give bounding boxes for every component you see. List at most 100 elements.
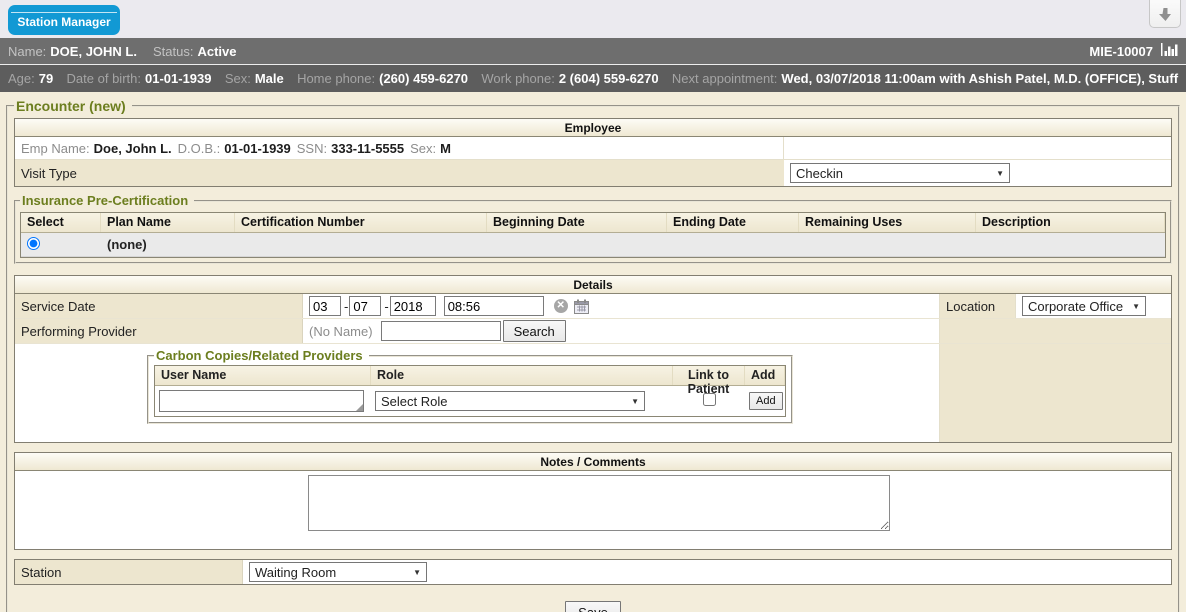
emp-dob-label: D.O.B.:: [178, 141, 221, 156]
visit-type-row: Visit Type Checkin ▼: [15, 160, 1171, 186]
location-label: Location: [940, 294, 1016, 318]
clear-date-icon[interactable]: ✕: [554, 299, 568, 313]
save-button[interactable]: Save: [565, 601, 621, 612]
carbon-copies-fieldset: Carbon Copies/Related Providers User Nam…: [147, 348, 793, 424]
service-date-year-input[interactable]: [390, 296, 436, 316]
provider-search-input[interactable]: [381, 321, 501, 341]
notes-table: Notes / Comments: [14, 452, 1172, 550]
emp-sex-value: M: [440, 141, 451, 156]
service-date-day-input[interactable]: [349, 296, 381, 316]
insurance-row-none: (none): [21, 233, 1165, 257]
encounter-legend: Encounter (new): [14, 98, 132, 114]
insurance-precert-fieldset: Insurance Pre-Certification Select Plan …: [14, 193, 1172, 264]
patient-name: DOE, JOHN L.: [50, 44, 137, 59]
carbon-copies-row: Carbon Copies/Related Providers User Nam…: [15, 344, 1171, 442]
station-table: Station Waiting Room ▼: [14, 559, 1172, 585]
home-phone-value: (260) 459-6270: [379, 71, 468, 86]
dob-value: 01-01-1939: [145, 71, 212, 86]
employee-table: Employee Emp Name: Doe, John L. D.O.B.: …: [14, 118, 1172, 187]
emp-ssn-value: 333-11-5555: [331, 141, 404, 156]
service-date-label: Service Date: [15, 294, 303, 318]
details-table-title: Details: [15, 276, 1171, 294]
status-label: Status:: [153, 44, 193, 59]
visit-type-select[interactable]: Checkin ▼: [790, 163, 1010, 183]
location-selected: Corporate Office: [1028, 299, 1123, 314]
location-select[interactable]: Corporate Office ▼: [1022, 296, 1146, 316]
col-plan-name: Plan Name: [101, 213, 235, 232]
insurance-none-radio[interactable]: [27, 237, 40, 250]
station-label: Station: [15, 560, 243, 584]
next-appointment-value: Wed, 03/07/2018 11:00am with Ashish Pate…: [781, 71, 1178, 86]
no-name-text: (No Name): [309, 324, 373, 339]
next-appointment-label: Next appointment:: [672, 71, 778, 86]
col-add: Add: [745, 366, 785, 385]
employee-table-title: Employee: [15, 119, 1171, 137]
age-value: 79: [39, 71, 53, 86]
demographics-bar: Age: 79 Date of birth: 01-01-1939 Sex: M…: [0, 65, 1186, 92]
date-separator: -: [344, 299, 348, 314]
col-cert-number: Certification Number: [235, 213, 487, 232]
patient-status: Active: [197, 44, 236, 59]
download-button[interactable]: [1149, 0, 1181, 28]
insurance-plan-none: (none): [101, 237, 235, 252]
performing-provider-label: Performing Provider: [15, 319, 303, 343]
service-time-input[interactable]: [444, 296, 544, 316]
station-manager-tab[interactable]: Station Manager: [8, 5, 120, 35]
work-phone-label: Work phone:: [481, 71, 554, 86]
station-select[interactable]: Waiting Room ▼: [249, 562, 427, 582]
service-date-row: Service Date - - ✕: [15, 294, 1171, 319]
chevron-down-icon: ▼: [631, 397, 639, 406]
col-role: Role: [371, 366, 673, 385]
name-label: Name:: [8, 44, 46, 59]
notes-textarea[interactable]: [308, 475, 890, 531]
role-selected: Select Role: [381, 394, 447, 409]
col-ending-date: Ending Date: [667, 213, 799, 232]
notes-title: Notes / Comments: [15, 453, 1171, 471]
sex-value: Male: [255, 71, 284, 86]
age-label: Age:: [8, 71, 35, 86]
emp-dob-value: 01-01-1939: [224, 141, 291, 156]
visit-type-selected: Checkin: [796, 166, 843, 181]
work-phone-value: 2 (604) 559-6270: [559, 71, 659, 86]
download-arrow-icon: [1158, 8, 1172, 22]
service-date-month-input[interactable]: [309, 296, 341, 316]
carbon-copies-legend: Carbon Copies/Related Providers: [154, 348, 369, 363]
user-name-input[interactable]: [159, 390, 364, 412]
encounter-fieldset: Encounter (new) Employee Emp Name: Doe, …: [6, 98, 1180, 612]
chevron-down-icon: ▼: [1132, 302, 1140, 311]
date-separator: -: [384, 299, 388, 314]
role-select[interactable]: Select Role ▼: [375, 391, 645, 411]
chevron-down-icon: ▼: [996, 169, 1004, 178]
details-table: Details Service Date - - ✕: [14, 275, 1172, 443]
insurance-precert-legend: Insurance Pre-Certification: [20, 193, 194, 208]
emp-name-value: Doe, John L.: [94, 141, 172, 156]
employee-info-row: Emp Name: Doe, John L. D.O.B.: 01-01-193…: [15, 137, 1171, 160]
col-beginning-date: Beginning Date: [487, 213, 667, 232]
provider-search-button[interactable]: Search: [503, 320, 566, 342]
calendar-icon[interactable]: [574, 299, 589, 314]
patient-id: MIE-10007: [1089, 44, 1153, 59]
emp-sex-label: Sex:: [410, 141, 436, 156]
insurance-table-header: Select Plan Name Certification Number Be…: [21, 213, 1165, 233]
visit-type-label: Visit Type: [15, 160, 784, 186]
performing-provider-row: Performing Provider (No Name) Search: [15, 319, 1171, 344]
col-remaining-uses: Remaining Uses: [799, 213, 976, 232]
insurance-table: Select Plan Name Certification Number Be…: [20, 212, 1166, 258]
col-link-to-patient: Link to Patient: [673, 366, 745, 385]
col-description: Description: [976, 213, 1165, 232]
add-provider-button[interactable]: Add: [749, 392, 783, 410]
emp-name-label: Emp Name:: [21, 141, 90, 156]
chevron-down-icon: ▼: [413, 568, 421, 577]
patient-header-bar: Name: DOE, JOHN L. Status: Active MIE-10…: [0, 38, 1186, 65]
col-user-name: User Name: [155, 366, 371, 385]
sex-label: Sex:: [225, 71, 251, 86]
carbon-copies-table: User Name Role Link to Patient Add: [154, 365, 786, 417]
col-select: Select: [21, 213, 101, 232]
link-to-patient-checkbox[interactable]: [703, 393, 716, 406]
station-selected: Waiting Room: [255, 565, 336, 580]
encounter-page: Encounter (new) Employee Emp Name: Doe, …: [0, 92, 1186, 612]
emp-ssn-label: SSN:: [297, 141, 327, 156]
bar-chart-icon[interactable]: [1161, 43, 1178, 59]
top-toolbar: Station Manager: [0, 0, 1186, 38]
home-phone-label: Home phone:: [297, 71, 375, 86]
